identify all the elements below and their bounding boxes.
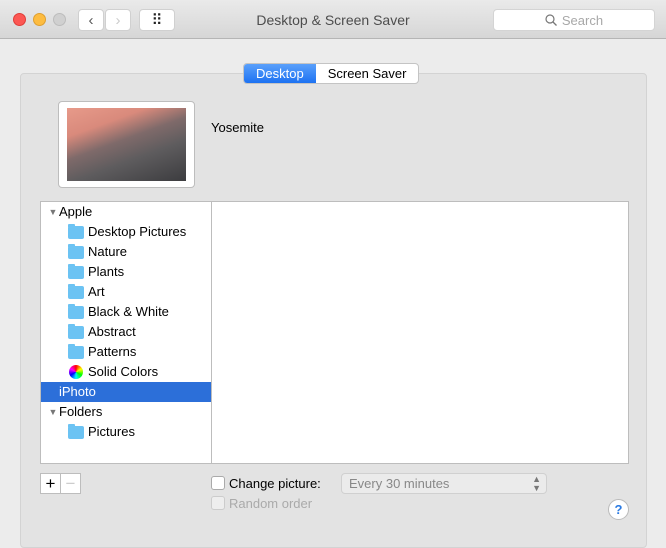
folder-icon (68, 263, 84, 279)
source-item[interactable]: Plants (41, 262, 211, 282)
interval-select[interactable]: Every 30 minutes ▲ ▼ (341, 473, 547, 494)
tab-desktop[interactable]: Desktop (244, 64, 316, 83)
folder-icon (68, 323, 84, 339)
source-item[interactable]: Abstract (41, 322, 211, 342)
picture-grid[interactable] (211, 201, 629, 464)
add-folder-button[interactable]: + (40, 473, 61, 494)
source-item-label: Black & White (88, 304, 169, 319)
source-item[interactable]: Patterns (41, 342, 211, 362)
source-item-label: Apple (59, 204, 93, 219)
source-item-label: Nature (88, 244, 128, 259)
source-item[interactable]: Pictures (41, 422, 211, 442)
source-item[interactable]: Nature (41, 242, 211, 262)
folder-icon (68, 243, 84, 259)
disclosure-triangle-icon[interactable]: ▼ (47, 402, 59, 422)
tab-screen-saver[interactable]: Screen Saver (316, 64, 419, 83)
source-item[interactable]: Desktop Pictures (41, 222, 211, 242)
tab-bar: Desktop Screen Saver (243, 63, 420, 84)
source-item-label: Patterns (88, 344, 137, 359)
source-item[interactable]: ▼ Apple (41, 202, 211, 222)
source-item-label: Art (88, 284, 105, 299)
current-picture-name: Yosemite (211, 120, 264, 135)
help-button[interactable]: ? (608, 499, 629, 520)
search-icon (545, 14, 557, 26)
folder-icon (68, 303, 84, 319)
change-picture-label: Change picture: (229, 476, 321, 491)
title-bar: ‹ › ⠿ Desktop & Screen Saver Search (0, 0, 666, 39)
source-item-label: Folders (59, 404, 103, 419)
interval-value: Every 30 minutes (349, 476, 450, 491)
stepper-arrows-icon: ▲ ▼ (532, 474, 541, 493)
search-input[interactable]: Search (493, 9, 655, 31)
yosemite-image (67, 108, 186, 181)
folder-icon (68, 283, 84, 299)
random-order-checkbox[interactable] (211, 496, 225, 510)
source-item-label: Solid Colors (88, 364, 159, 379)
source-item[interactable]: Solid Colors (41, 362, 211, 382)
random-order-label: Random order (229, 496, 313, 511)
source-item[interactable]: Black & White (41, 302, 211, 322)
source-item[interactable]: Art (41, 282, 211, 302)
search-placeholder: Search (561, 12, 604, 28)
source-item-label: Desktop Pictures (88, 224, 187, 239)
remove-folder-button[interactable]: − (60, 473, 81, 494)
folder-icon (68, 343, 84, 359)
color-wheel-icon (69, 365, 83, 379)
source-item-label: Abstract (88, 324, 136, 339)
source-item[interactable]: iPhoto (41, 382, 211, 402)
source-item-label: iPhoto (59, 384, 96, 399)
source-item[interactable]: ▼ Folders (41, 402, 211, 422)
change-picture-checkbox[interactable] (211, 476, 225, 490)
source-item-label: Pictures (88, 424, 135, 439)
folder-icon (68, 423, 84, 439)
source-list[interactable]: ▼ Apple Desktop Pictures Nature Plants Art Bla… (40, 201, 212, 464)
source-item-label: Plants (88, 264, 125, 279)
disclosure-triangle-icon[interactable]: ▼ (47, 202, 59, 222)
current-picture-preview (58, 101, 195, 188)
folder-icon (68, 223, 84, 239)
